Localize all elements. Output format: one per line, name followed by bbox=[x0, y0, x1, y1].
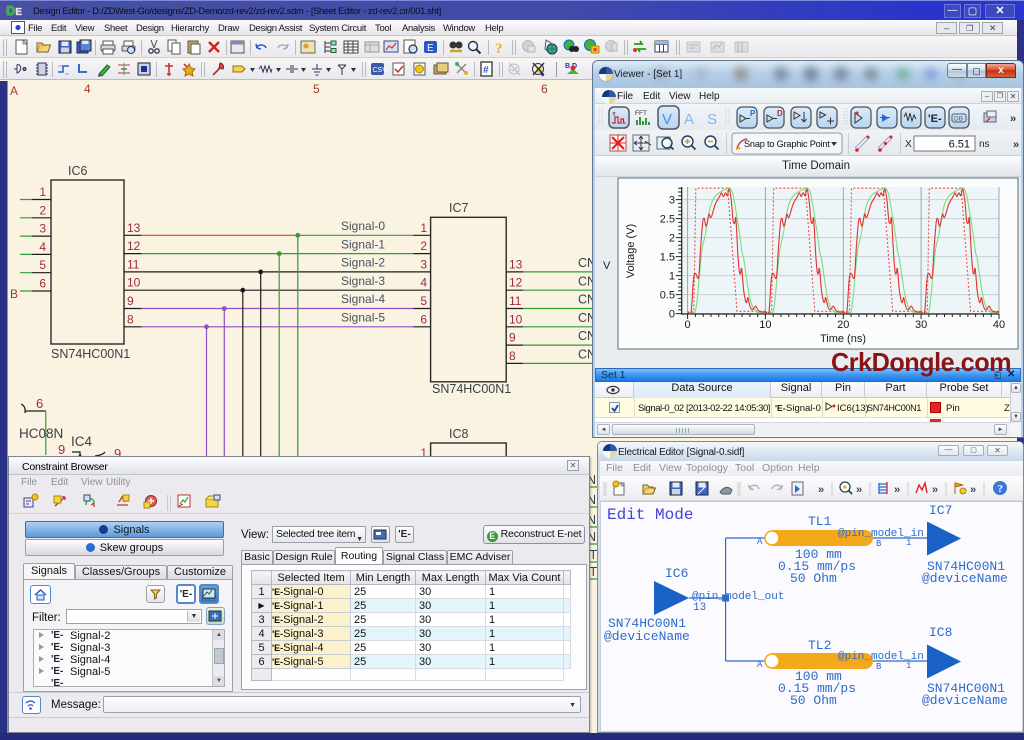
svg-text:2.5: 2.5 bbox=[660, 214, 675, 226]
svg-text:SN74HC00N1: SN74HC00N1 bbox=[51, 347, 130, 361]
svg-text:9: 9 bbox=[127, 294, 134, 308]
svg-text:ns: ns bbox=[979, 139, 990, 150]
svg-text:A: A bbox=[757, 537, 763, 547]
svg-text:P: P bbox=[750, 109, 756, 118]
svg-text:Edit Mode: Edit Mode bbox=[607, 506, 693, 524]
svg-text:DB: DB bbox=[954, 116, 963, 123]
svg-text:0.5: 0.5 bbox=[660, 290, 675, 302]
svg-text:13: 13 bbox=[509, 257, 523, 271]
svg-text:2: 2 bbox=[669, 233, 675, 245]
svg-text:5: 5 bbox=[420, 294, 427, 308]
svg-text:6.51: 6.51 bbox=[949, 139, 970, 151]
svg-text:40: 40 bbox=[993, 319, 1005, 331]
svg-text:Snap to Graphic Point: Snap to Graphic Point bbox=[744, 139, 830, 149]
svg-text:@deviceName: @deviceName bbox=[922, 571, 1008, 586]
svg-text:TL2: TL2 bbox=[808, 638, 831, 653]
svg-text:B: B bbox=[876, 539, 882, 549]
svg-text:'E-: 'E- bbox=[928, 113, 942, 125]
svg-text:3: 3 bbox=[420, 257, 427, 271]
svg-text:1: 1 bbox=[669, 271, 675, 283]
svg-text:Signal-1: Signal-1 bbox=[341, 237, 385, 251]
svg-text:6: 6 bbox=[541, 82, 548, 96]
svg-text:12: 12 bbox=[127, 239, 141, 253]
svg-text:B: B bbox=[10, 287, 18, 301]
svg-text:5: 5 bbox=[313, 82, 320, 96]
svg-text:2: 2 bbox=[39, 203, 46, 217]
svg-text:4: 4 bbox=[420, 276, 427, 290]
svg-text:IC4: IC4 bbox=[71, 434, 93, 449]
svg-text:12: 12 bbox=[509, 276, 523, 290]
svg-text:B: B bbox=[876, 662, 882, 672]
svg-text:Signal-2: Signal-2 bbox=[341, 256, 385, 270]
svg-text:IC8: IC8 bbox=[929, 625, 952, 640]
svg-text:8: 8 bbox=[127, 312, 134, 326]
svg-text:@deviceName: @deviceName bbox=[604, 629, 690, 644]
svg-text:IC8: IC8 bbox=[449, 427, 469, 441]
svg-text:A: A bbox=[10, 84, 18, 98]
svg-text:13: 13 bbox=[693, 602, 706, 614]
svg-text:Signal-0: Signal-0 bbox=[341, 219, 385, 233]
svg-text:4: 4 bbox=[39, 240, 46, 254]
svg-text:A: A bbox=[684, 111, 694, 128]
svg-text:3: 3 bbox=[39, 222, 46, 236]
svg-text:6: 6 bbox=[36, 396, 43, 411]
svg-text:IC6: IC6 bbox=[68, 164, 88, 178]
svg-text:@deviceName: @deviceName bbox=[922, 693, 1008, 708]
svg-text:HC08N: HC08N bbox=[19, 426, 63, 441]
svg-text:3: 3 bbox=[669, 195, 675, 207]
svg-text:30: 30 bbox=[915, 319, 927, 331]
svg-text:9: 9 bbox=[58, 442, 65, 457]
svg-text:1: 1 bbox=[906, 538, 911, 548]
svg-text:Time (ns): Time (ns) bbox=[820, 333, 866, 345]
svg-text:8: 8 bbox=[509, 349, 516, 363]
svg-text:TL1: TL1 bbox=[808, 514, 832, 529]
svg-text:11: 11 bbox=[127, 257, 140, 271]
svg-text:»: » bbox=[932, 484, 938, 496]
svg-text:10: 10 bbox=[759, 319, 771, 331]
svg-text:1: 1 bbox=[39, 185, 46, 199]
svg-text:A: A bbox=[757, 660, 763, 670]
svg-text:»: » bbox=[856, 484, 862, 496]
svg-text:IC6: IC6 bbox=[665, 566, 688, 581]
svg-text:1.5: 1.5 bbox=[660, 252, 675, 264]
svg-text:4: 4 bbox=[84, 82, 91, 96]
svg-text:2: 2 bbox=[420, 239, 427, 253]
svg-text:IC7: IC7 bbox=[449, 201, 469, 215]
svg-text:10: 10 bbox=[509, 312, 523, 326]
svg-text:0: 0 bbox=[685, 319, 691, 331]
svg-text:D: D bbox=[777, 109, 783, 118]
svg-text:?: ? bbox=[998, 483, 1004, 495]
svg-text:11: 11 bbox=[509, 294, 522, 308]
svg-text:13: 13 bbox=[127, 221, 141, 235]
svg-text:20: 20 bbox=[837, 319, 849, 331]
svg-text:1: 1 bbox=[906, 661, 911, 671]
svg-text:»: » bbox=[970, 484, 976, 496]
svg-text:S: S bbox=[707, 111, 717, 128]
svg-text:X: X bbox=[905, 139, 912, 150]
svg-text:»: » bbox=[1013, 139, 1019, 151]
svg-text:»: » bbox=[818, 484, 824, 496]
svg-text:50 Ohm: 50 Ohm bbox=[790, 693, 837, 708]
svg-text:0: 0 bbox=[669, 309, 675, 321]
svg-text:SN74HC00N1: SN74HC00N1 bbox=[432, 382, 511, 396]
svg-text:IC7: IC7 bbox=[929, 503, 952, 518]
svg-text:Signal-4: Signal-4 bbox=[341, 292, 385, 306]
svg-text:»: » bbox=[1010, 113, 1016, 125]
svg-text:Voltage (V): Voltage (V) bbox=[625, 224, 637, 278]
svg-text:9: 9 bbox=[509, 331, 516, 345]
svg-text:V: V bbox=[662, 111, 672, 128]
svg-text:FFT: FFT bbox=[635, 110, 647, 117]
svg-text:1: 1 bbox=[420, 221, 427, 235]
svg-text:»: » bbox=[894, 484, 900, 496]
svg-text:10: 10 bbox=[127, 276, 141, 290]
svg-text:6: 6 bbox=[420, 312, 427, 326]
svg-text:6: 6 bbox=[39, 277, 46, 291]
svg-text:5: 5 bbox=[39, 258, 46, 272]
svg-text:50 Ohm: 50 Ohm bbox=[790, 571, 837, 586]
svg-text:Signal-5: Signal-5 bbox=[341, 311, 385, 325]
svg-text:Signal-3: Signal-3 bbox=[341, 274, 385, 288]
